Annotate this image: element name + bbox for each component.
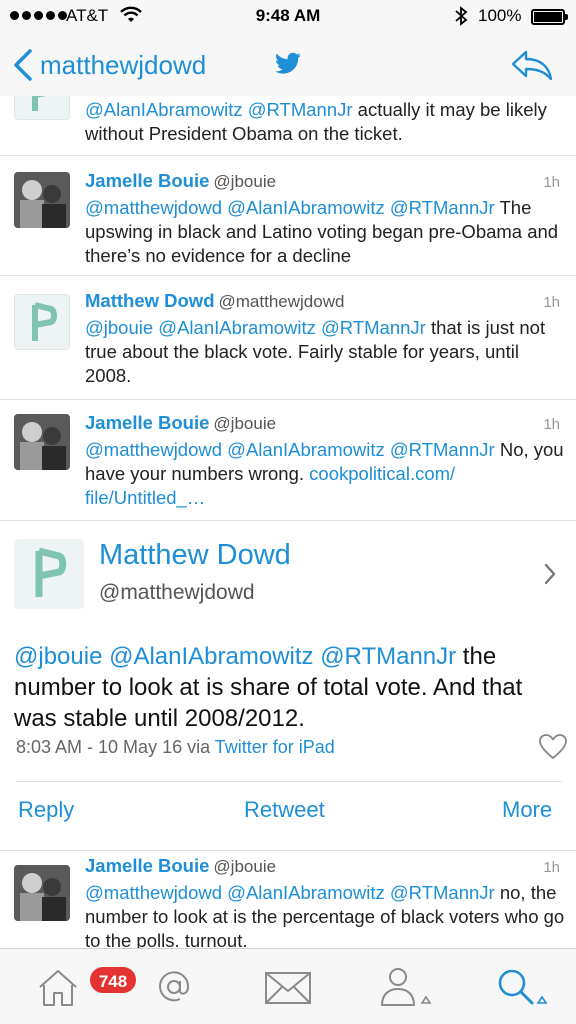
tab-profile[interactable] [372,963,432,1011]
p-logo-icon [14,539,84,609]
author-name: Jamelle Bouie [85,412,210,433]
author-handle: @jbouie [213,172,277,191]
tweet-age: 1h [543,294,560,311]
tweet-author[interactable]: Jamelle Bouie @jbouie [85,412,276,434]
author-name: Jamelle Bouie [85,170,210,191]
tweet-text: @AlanIAbramowitz @RTMannJr actually it m… [85,98,565,146]
tab-messages[interactable] [258,963,318,1011]
author-handle: @jbouie [213,857,277,876]
tweet-text: @matthewjdowd @AlanIAbramowitz @RTMannJr… [85,438,565,510]
back-button[interactable]: matthewjdowd [12,48,206,82]
tweet-source-link[interactable]: Twitter for iPad [215,737,335,757]
avatar[interactable] [14,865,70,921]
tweet-text: @matthewjdowd @AlanIAbramowitz @RTMannJr… [85,196,565,268]
tweet-text: @matthewjdowd @AlanIAbramowitz @RTMannJr… [85,881,565,948]
back-button-label: matthewjdowd [40,49,207,80]
tweet-mentions[interactable]: @matthewjdowd @AlanIAbramowitz @RTMannJr [85,197,495,218]
user-photo-icon [14,172,70,228]
tweet-age: 1h [543,174,560,191]
expanded-mentions[interactable]: @jbouie @AlanIAbramowitz @RTMannJr [14,643,456,670]
user-photo-icon [14,865,70,921]
status-bar: AT&T 9:48 AM 100% [0,0,576,34]
tweet-item[interactable]: Jamelle Bouie @jbouie 1h @matthewjdowd @A… [0,400,576,520]
tweet-meta: 8:03 AM - 10 May 16 via Twitter for iPad [16,737,335,758]
tweet-age: 1h [543,416,560,433]
tab-search[interactable] [488,963,548,1011]
p-logo-icon [15,96,69,119]
author-handle: @jbouie [213,414,277,433]
tweet-author[interactable]: Matthew Dowd @matthewjdowd [85,290,344,312]
tweet-author[interactable]: Jamelle Bouie @jbouie [85,855,276,877]
expanded-author-handle[interactable]: @matthewjdowd [99,581,255,605]
expanded-tweet-text: @jbouie @AlanIAbramowitz @RTMannJr the n… [14,641,564,734]
avatar[interactable] [14,414,70,470]
tweet-author[interactable]: Jamelle Bouie @jbouie [85,170,276,192]
expanded-tweet: Matthew Dowd @matthewjdowd @jbouie @Alan… [0,520,576,850]
tweet-mentions[interactable]: @matthewjdowd @AlanIAbramowitz @RTMannJr [85,882,495,903]
tweet-item[interactable]: Jamelle Bouie @jbouie 1h @matthewjdowd @A… [0,850,576,948]
user-photo-icon [14,414,70,470]
twitter-bird-icon [275,52,301,74]
battery-icon [531,9,568,25]
messages-icon [265,972,311,1004]
tweet-timestamp: 8:03 AM - 10 May 16 via [16,737,215,757]
tab-mentions[interactable] [144,963,204,1011]
p-logo-icon [15,295,69,349]
conversation-timeline[interactable]: @AlanIAbramowitz @RTMannJr actually it m… [0,96,576,948]
mentions-icon [159,971,190,1002]
author-handle: @matthewjdowd [218,292,345,311]
home-icon [39,970,77,1006]
search-icon [498,969,548,1005]
tweet-age: 1h [543,859,560,876]
author-name: Matthew Dowd [85,290,215,311]
reply-button[interactable]: Reply [18,797,74,823]
navigation-bar: matthewjdowd [0,34,576,96]
tweet-mentions[interactable]: @jbouie @AlanIAbramowitz @RTMannJr [85,317,426,338]
notification-badge: 748 [88,965,138,995]
retweet-button[interactable]: Retweet [244,797,325,823]
avatar[interactable] [14,172,70,228]
heart-icon[interactable] [538,733,568,761]
tweet-mentions[interactable]: @AlanIAbramowitz @RTMannJr [85,99,353,120]
reply-icon[interactable] [510,48,554,82]
tab-home[interactable]: 748 [28,963,138,1011]
tweet-item[interactable]: Matthew Dowd @matthewjdowd 1h @jbouie @Al… [0,276,576,400]
chevron-right-icon[interactable] [540,559,560,589]
chevron-left-icon [14,49,32,81]
battery-percent: 100% [478,6,522,25]
author-name: Jamelle Bouie [85,855,210,876]
tweet-mentions[interactable]: @matthewjdowd @AlanIAbramowitz @RTMannJr [85,439,495,460]
profile-icon [381,968,432,1006]
divider [16,781,562,782]
tweet-item[interactable]: @AlanIAbramowitz @RTMannJr actually it m… [0,96,576,156]
avatar[interactable] [14,539,84,609]
tweet-text: @jbouie @AlanIAbramowitz @RTMannJr that … [85,316,565,388]
avatar[interactable] [14,294,70,350]
avatar[interactable] [14,96,70,120]
bluetooth-icon [455,6,468,26]
tweet-item[interactable]: Jamelle Bouie @jbouie 1h @matthewjdowd @A… [0,156,576,276]
more-button[interactable]: More [502,797,552,823]
expanded-author-name[interactable]: Matthew Dowd [99,539,291,572]
tab-bar: 748 [0,948,576,1024]
